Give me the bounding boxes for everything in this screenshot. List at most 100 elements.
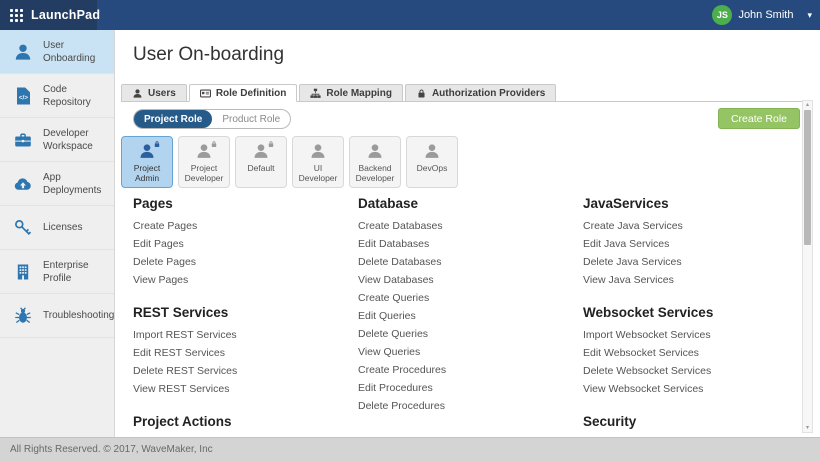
permission-item: Edit Databases [358,238,583,256]
scroll-down-arrow[interactable]: ▾ [803,424,812,432]
role-card-project-developer[interactable]: Project Developer [178,136,230,188]
permission-section: Database Create DatabasesEdit DatabasesD… [358,196,583,418]
product-role-toggle[interactable]: Product Role [212,110,290,128]
permission-item: Edit REST Services [133,347,358,365]
app-title: LaunchPad [31,8,100,22]
permission-section: Security [583,414,808,429]
permission-item: Create Pages [133,220,358,238]
permission-item: Delete Queries [358,328,583,346]
sidebar-item-enterprise-profile[interactable]: Enterprise Profile [0,250,114,294]
permission-item: View Pages [133,274,358,292]
main-content: User On-boarding Users Role Definition R… [116,30,820,437]
person-icon [138,142,156,160]
permission-item: View Java Services [583,274,808,292]
permission-section: REST Services Import REST ServicesEdit R… [133,305,358,401]
key-icon [13,218,33,238]
user-menu[interactable]: JS John Smith ▾ [712,0,812,30]
person-icon [252,142,270,160]
brand: LaunchPad [0,0,97,30]
role-card-backend-developer[interactable]: Backend Developer [349,136,401,188]
permission-section: Project Actions [133,414,358,429]
sidebar-item-licenses[interactable]: Licenses [0,206,114,250]
permission-section-title: Websocket Services [583,305,808,320]
tab-users[interactable]: Users [121,84,187,102]
role-card-label: DevOps [408,164,456,174]
permission-item: Create Databases [358,220,583,238]
briefcase-icon [13,130,33,150]
sidebar-item-code-repository[interactable]: </> Code Repository [0,74,114,118]
permission-item: Edit Procedures [358,382,583,400]
permission-item: Create Procedures [358,364,583,382]
lock-icon [416,88,427,99]
permission-item: Create Java Services [583,220,808,238]
role-card-label: Project Developer [180,164,228,183]
permission-section-title: REST Services [133,305,358,320]
permission-item: Import Websocket Services [583,329,808,347]
avatar: JS [712,5,732,25]
code-file-icon: </> [13,86,33,106]
lock-icon [153,140,161,148]
role-card-label: Default [237,164,285,174]
permission-section: JavaServices Create Java ServicesEdit Ja… [583,196,808,292]
role-card-ui-developer[interactable]: UI Developer [292,136,344,188]
sidebar-item-label: User Onboarding [43,39,99,65]
permission-item: View Databases [358,274,583,292]
person-icon [423,142,441,160]
permission-item: View Websocket Services [583,383,808,401]
sidebar-item-developer-workspace[interactable]: Developer Workspace [0,118,114,162]
create-role-button[interactable]: Create Role [718,108,800,129]
permission-section-title: Project Actions [133,414,358,429]
permission-item: Delete Java Services [583,256,808,274]
tab-label: Authorization Providers [432,88,545,99]
svg-text:</>: </> [19,94,29,101]
sidebar-item-app-deployments[interactable]: App Deployments [0,162,114,206]
permission-section-title: JavaServices [583,196,808,211]
tab-role-mapping[interactable]: Role Mapping [299,84,403,102]
scroll-thumb[interactable] [804,110,811,245]
permission-item: View REST Services [133,383,358,401]
permission-item: Edit Java Services [583,238,808,256]
permission-item: Delete Procedures [358,400,583,418]
person-icon [195,142,213,160]
permission-item: Import REST Services [133,329,358,347]
tab-authorization-providers[interactable]: Authorization Providers [405,84,556,102]
tab-role-definition[interactable]: Role Definition [189,84,298,102]
sidebar-item-label: Enterprise Profile [43,259,99,285]
role-card-project-admin[interactable]: Project Admin [121,136,173,188]
permission-section-title: Security [583,414,808,429]
copyright-text: All Rights Reserved. © 2017, WaveMaker, … [10,444,213,455]
apps-grid-icon[interactable] [10,9,23,22]
sidebar-item-label: Developer Workspace [43,127,99,153]
permission-item: View Queries [358,346,583,364]
vertical-scrollbar[interactable]: ▴ ▾ [802,100,813,433]
sidebar-item-label: Code Repository [43,83,99,109]
permissions-column: Database Create DatabasesEdit DatabasesD… [358,196,583,435]
permission-section-title: Pages [133,196,358,211]
user-icon [13,42,33,62]
sidebar-item-troubleshooting[interactable]: Troubleshooting [0,294,114,338]
permission-section: Websocket Services Import Websocket Serv… [583,305,808,401]
user-icon [132,88,143,99]
role-card-label: Project Admin [123,164,171,183]
role-card-default[interactable]: Default [235,136,287,188]
user-name: John Smith [738,9,793,21]
project-role-toggle[interactable]: Project Role [134,110,212,128]
sidebar-item-user-onboarding[interactable]: User Onboarding [0,30,114,74]
footer: All Rights Reserved. © 2017, WaveMaker, … [0,437,820,461]
chevron-down-icon: ▾ [807,10,812,21]
permissions-column: JavaServices Create Java ServicesEdit Ja… [583,196,808,435]
scroll-up-arrow[interactable]: ▴ [803,101,812,109]
role-card-devops[interactable]: DevOps [406,136,458,188]
role-cards: Project Admin Project Developer Default … [121,136,458,188]
sidebar-item-label: App Deployments [43,171,99,197]
app-window: LaunchPad JS John Smith ▾ User Onboardin… [0,0,820,461]
permission-item: Edit Pages [133,238,358,256]
permission-item: Delete Pages [133,256,358,274]
lock-icon [210,140,218,148]
lock-icon [267,140,275,148]
permission-item: Delete REST Services [133,365,358,383]
tab-label: Role Mapping [326,88,392,99]
person-icon [309,142,327,160]
id-card-icon [200,88,211,99]
sidebar: User Onboarding </> Code Repository Deve… [0,30,115,437]
